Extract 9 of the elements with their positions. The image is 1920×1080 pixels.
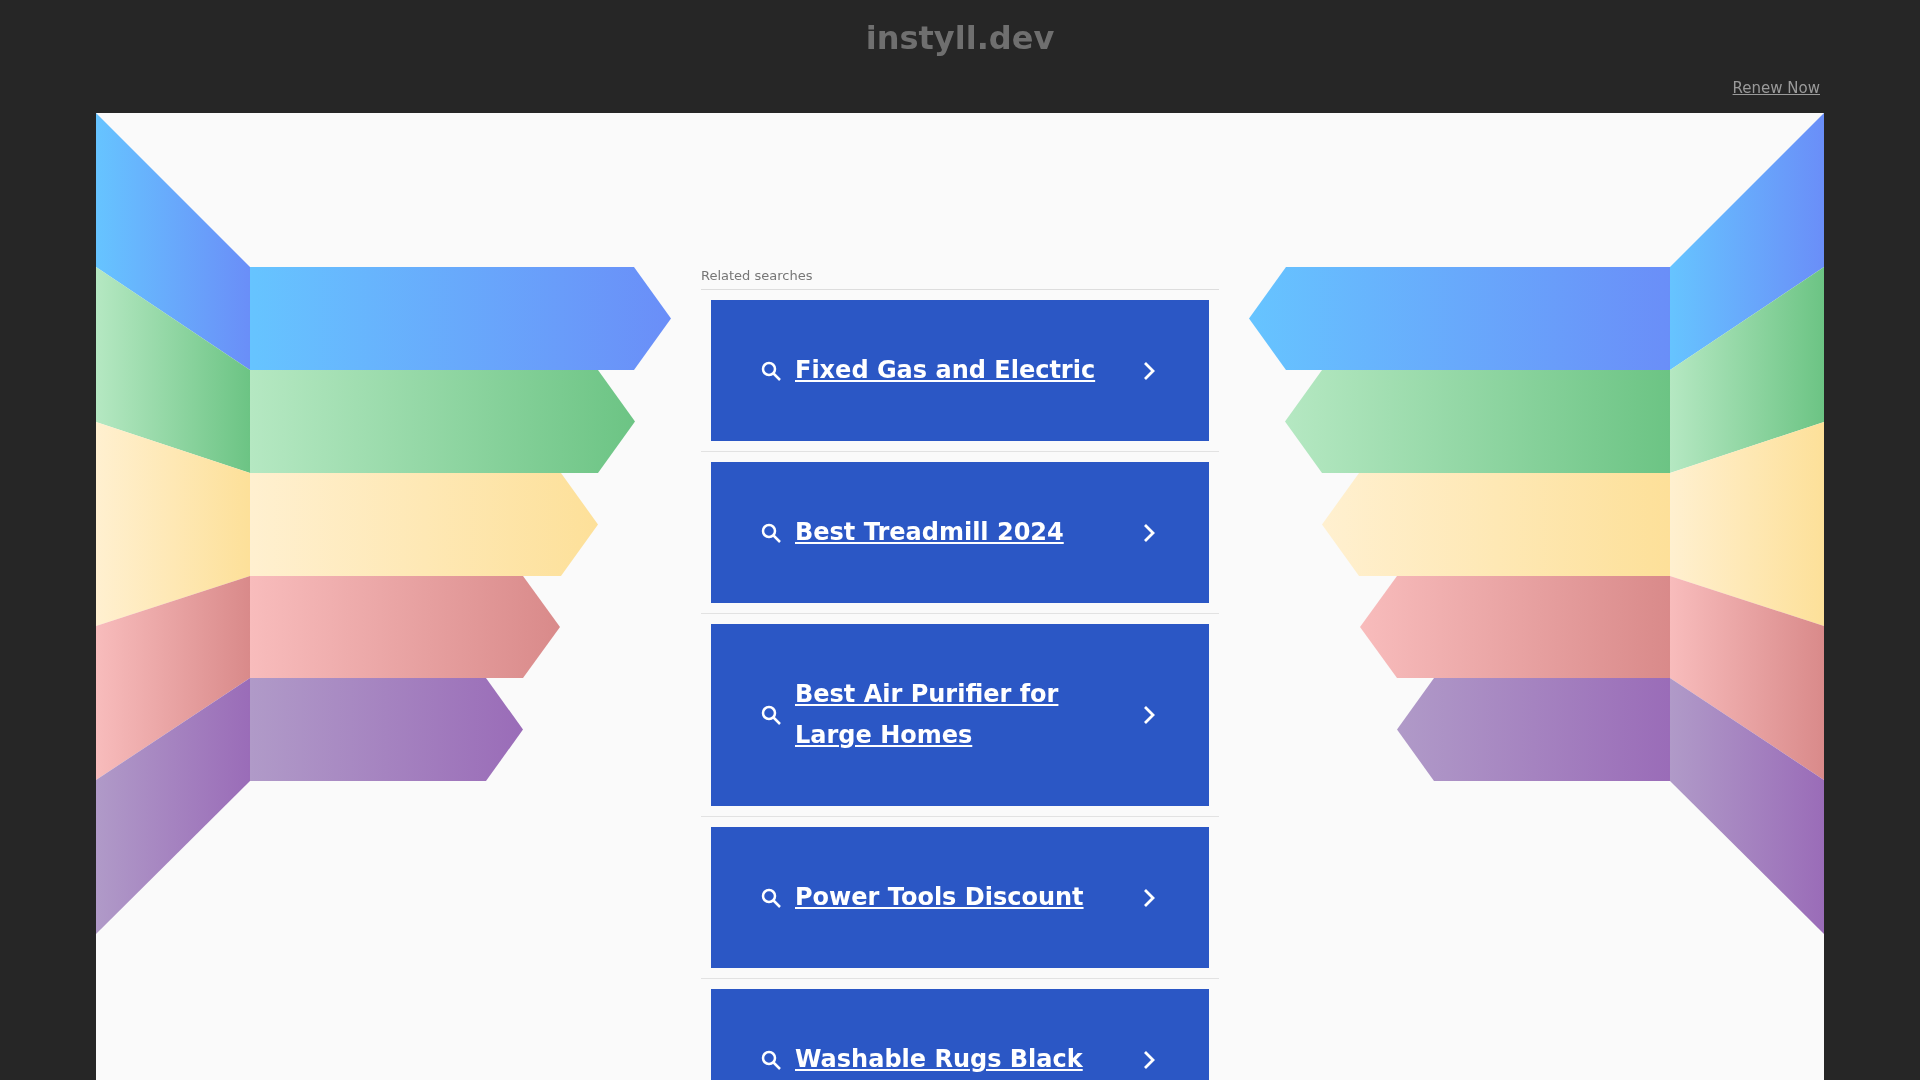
search-link-button[interactable]: Fixed Gas and Electric [711,300,1209,441]
search-link-button[interactable]: Best Air Purifier for Large Homes [711,624,1209,806]
search-icon [759,703,783,727]
search-link-button[interactable]: Power Tools Discount [711,827,1209,968]
search-link-button[interactable]: Washable Rugs Black [711,989,1209,1080]
search-link-button[interactable]: Best Treadmill 2024 [711,462,1209,603]
site-title: instyll.dev [865,18,1055,58]
section-heading: Related searches [701,267,1219,290]
renew-link[interactable]: Renew Now [1732,78,1820,98]
